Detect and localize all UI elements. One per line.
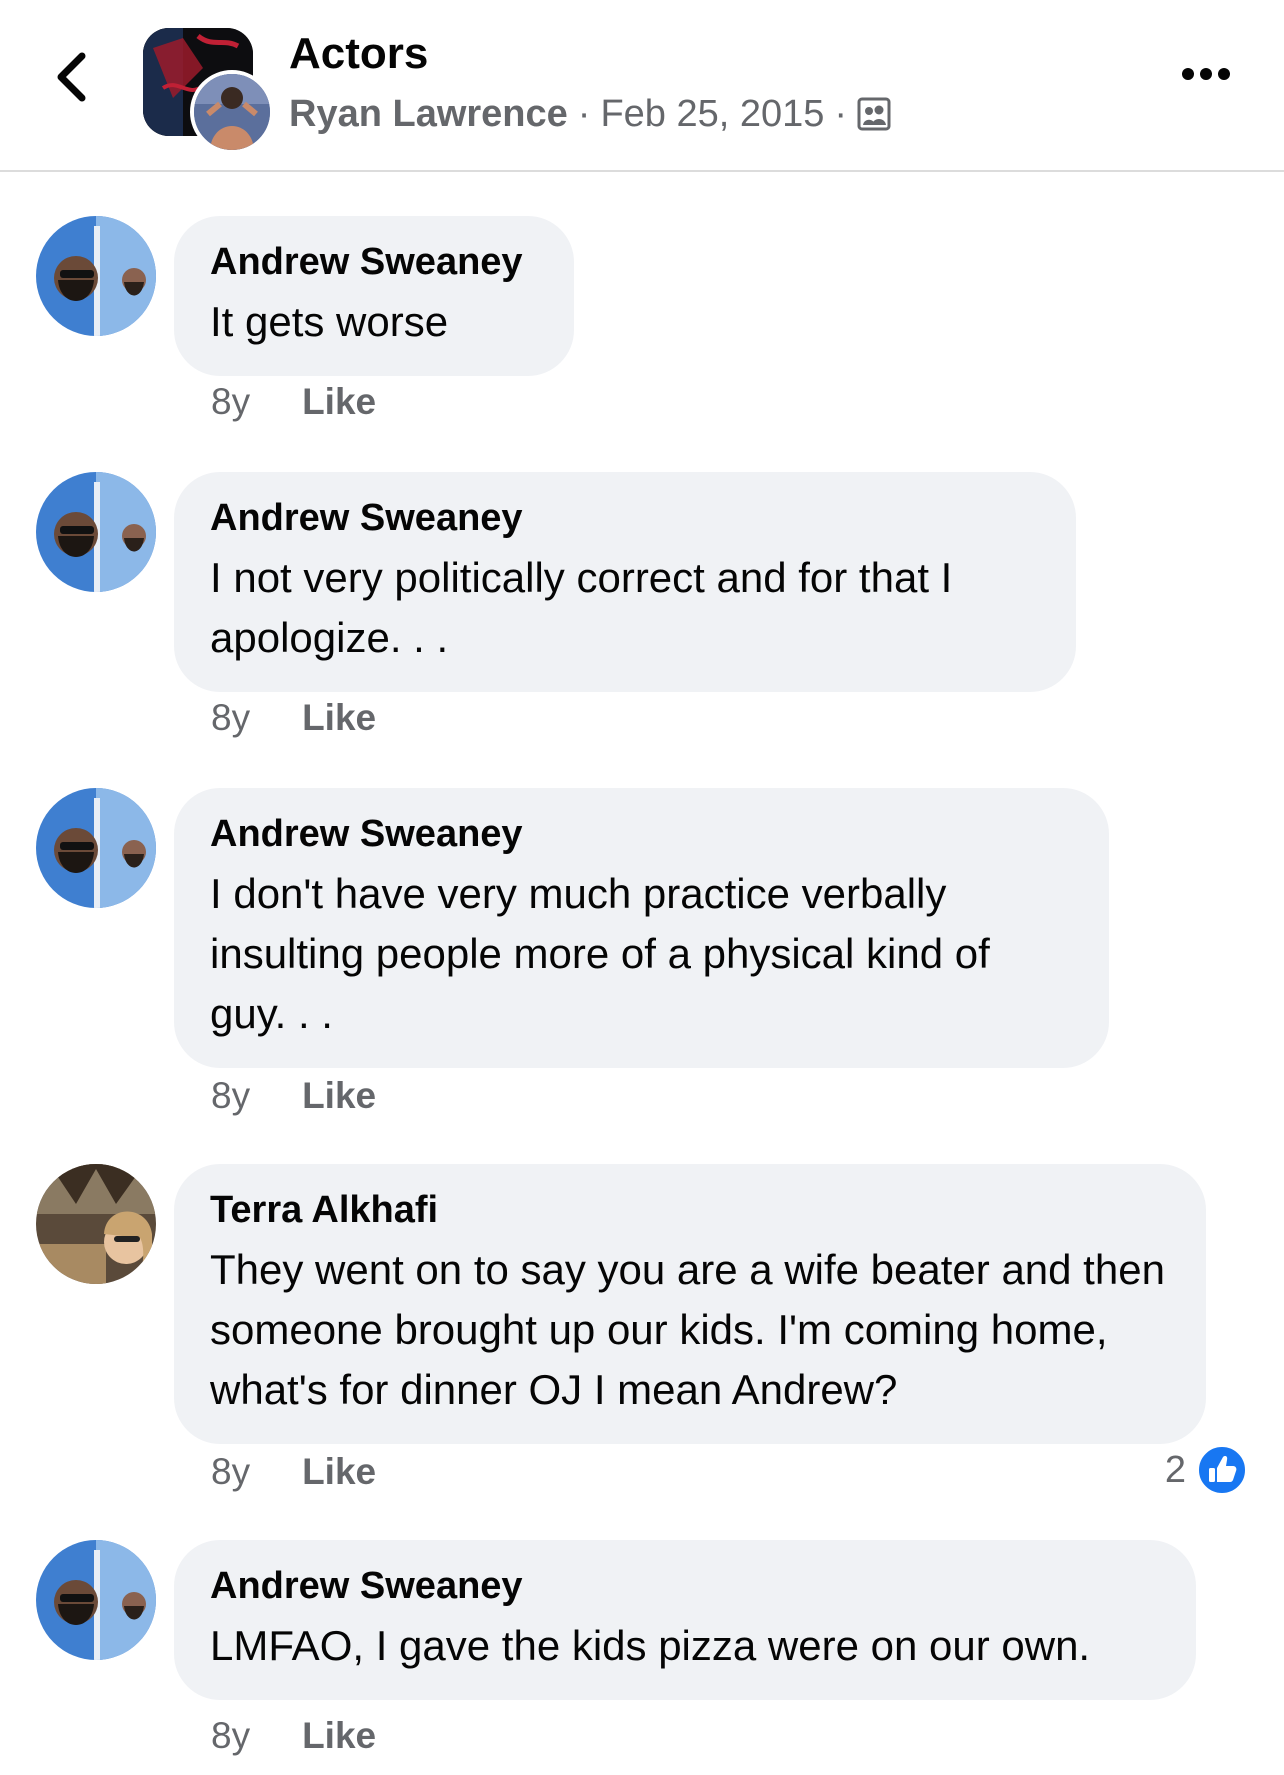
comment-time[interactable]: 8y [211, 1712, 250, 1760]
comment-time[interactable]: 8y [211, 694, 250, 742]
comment-actions: 8y Like [211, 1712, 376, 1760]
comment-bubble[interactable]: Andrew Sweaney I don't have very much pr… [174, 788, 1109, 1068]
comment-actions: 8y Like [211, 378, 376, 426]
post-author[interactable]: Ryan Lawrence [289, 88, 568, 140]
comment-time[interactable]: 8y [211, 378, 250, 426]
commenter-name[interactable]: Andrew Sweaney [210, 494, 1040, 542]
comment-text: LMFAO, I gave the kids pizza were on our… [210, 1622, 1091, 1669]
more-options-button[interactable] [1174, 52, 1238, 96]
back-button[interactable] [44, 42, 98, 112]
comment-text: They went on to say you are a wife beate… [210, 1246, 1165, 1413]
more-dots-icon [1182, 68, 1230, 80]
poster-avatar[interactable] [190, 70, 274, 154]
comment-bubble[interactable]: Terra Alkhafi They went on to say you ar… [174, 1164, 1206, 1444]
commenter-name[interactable]: Terra Alkhafi [210, 1186, 1170, 1234]
commenter-avatar[interactable] [36, 1164, 156, 1284]
commenter-avatar[interactable] [36, 216, 156, 336]
comment-actions: 8y Like [211, 694, 376, 742]
commenter-avatar[interactable] [36, 788, 156, 908]
chevron-left-icon [57, 52, 86, 102]
comment-actions: 8y Like [211, 1072, 376, 1120]
group-name[interactable]: Actors [289, 26, 428, 82]
post-date[interactable]: Feb 25, 2015 [600, 88, 824, 140]
like-button[interactable]: Like [302, 378, 376, 426]
comment-bubble[interactable]: Andrew Sweaney I not very politically co… [174, 472, 1076, 692]
comment-text: I don't have very much practice verbally… [210, 870, 990, 1037]
meta-separator: · [834, 93, 848, 135]
like-button[interactable]: Like [302, 694, 376, 742]
commenter-avatar[interactable] [36, 1540, 156, 1660]
commenter-avatar[interactable] [36, 472, 156, 592]
post-meta: Ryan Lawrence · Feb 25, 2015 · [289, 88, 891, 140]
commenter-name[interactable]: Andrew Sweaney [210, 1562, 1160, 1610]
comment-text: I not very politically correct and for t… [210, 554, 953, 661]
reaction-summary[interactable]: 2 [1165, 1444, 1248, 1496]
comment-time[interactable]: 8y [211, 1072, 250, 1120]
commenter-name[interactable]: Andrew Sweaney [210, 238, 538, 286]
meta-separator: · [577, 93, 591, 135]
reaction-count: 2 [1164, 1448, 1186, 1491]
post-header: Actors Ryan Lawrence · Feb 25, 2015 · [0, 0, 1284, 172]
group-members-icon [857, 97, 891, 131]
comment-bubble[interactable]: Andrew Sweaney It gets worse [174, 216, 574, 376]
comment-text: It gets worse [210, 298, 449, 345]
comment-bubble[interactable]: Andrew Sweaney LMFAO, I gave the kids pi… [174, 1540, 1196, 1700]
comment-time[interactable]: 8y [211, 1448, 250, 1496]
like-button[interactable]: Like [302, 1712, 376, 1760]
commenter-name[interactable]: Andrew Sweaney [210, 810, 1073, 858]
thumbs-up-icon [1197, 1445, 1247, 1495]
like-button[interactable]: Like [302, 1448, 376, 1496]
comment-actions: 8y Like [211, 1448, 376, 1496]
like-button[interactable]: Like [302, 1072, 376, 1120]
